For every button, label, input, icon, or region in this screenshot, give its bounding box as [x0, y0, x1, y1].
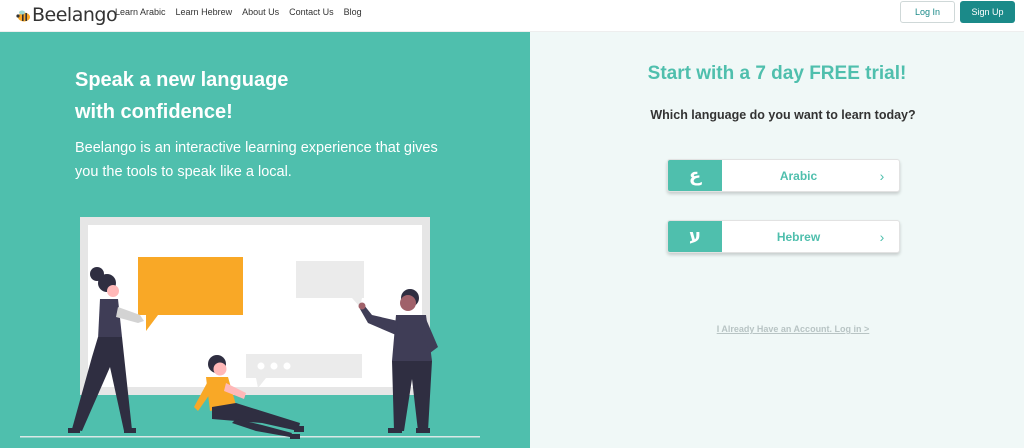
hebrew-label: Hebrew	[776, 229, 821, 244]
logo[interactable]: Beelango	[16, 4, 118, 26]
nav-blog[interactable]: Blog	[344, 7, 362, 17]
signup-button[interactable]: Sign Up	[960, 1, 1015, 23]
login-button[interactable]: Log In	[900, 1, 955, 23]
arabic-language-button[interactable]: ع Arabic ›	[667, 159, 900, 192]
arabic-letter-icon: ع	[668, 160, 722, 191]
hebrew-letter-icon: ע	[668, 221, 722, 252]
chevron-right-icon: ›	[879, 228, 885, 245]
main-nav: Learn Arabic Learn Hebrew About Us Conta…	[115, 0, 362, 24]
nav-contact-us[interactable]: Contact Us	[289, 7, 334, 17]
trial-title: Start with a 7 day FREE trial!	[647, 63, 907, 84]
orange-speech-bubble	[138, 257, 243, 315]
existing-account-login-link[interactable]: I Already Have an Account. Log in >	[530, 324, 1024, 334]
floor-line	[20, 436, 480, 438]
hero-left-panel: Speak a new language with confidence! Be…	[0, 32, 530, 448]
hero-illustration	[20, 217, 480, 439]
trial-panel: Start with a 7 day FREE trial! Which lan…	[530, 32, 1024, 448]
language-question: Which language do you want to learn toda…	[650, 108, 916, 122]
hero-headline: Speak a new language with confidence!	[75, 64, 435, 128]
top-navigation-bar: Beelango Learn Arabic Learn Hebrew About…	[0, 0, 1024, 32]
hebrew-language-button[interactable]: ע Hebrew ›	[667, 220, 900, 253]
hero-subtext: Beelango is an interactive learning expe…	[75, 140, 438, 180]
grey-speech-bubble	[296, 261, 364, 298]
nav-learn-hebrew[interactable]: Learn Hebrew	[176, 7, 233, 17]
nav-learn-arabic[interactable]: Learn Arabic	[115, 7, 166, 17]
hero-headline-line-1: Speak a new language	[75, 69, 289, 91]
logo-text: Beelango	[32, 4, 118, 26]
chevron-right-icon: ›	[879, 167, 885, 184]
nav-about-us[interactable]: About Us	[242, 7, 279, 17]
bee-icon	[16, 9, 31, 22]
arabic-label: Arabic	[779, 168, 818, 183]
hero-headline-line-2: with confidence!	[75, 101, 233, 123]
